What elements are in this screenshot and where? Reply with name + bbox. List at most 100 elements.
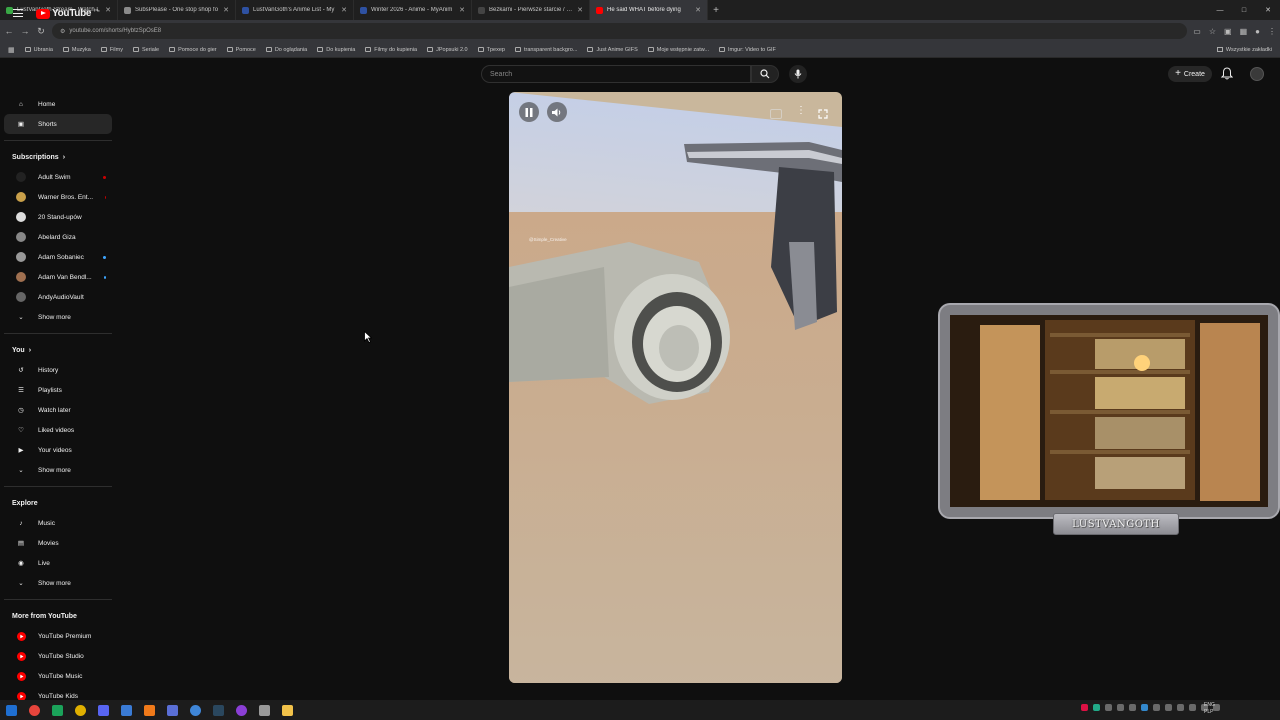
tray-icon[interactable] (1117, 704, 1124, 711)
explore-show-more[interactable]: ⌄ Show more (4, 573, 112, 593)
browser-tab[interactable]: LustVanGoth's Anime List - My ✕ (236, 0, 354, 20)
tray-icon[interactable] (1105, 704, 1112, 711)
steam-icon[interactable] (213, 704, 224, 716)
shorts-player[interactable]: @Simple_Creative ⋮ (509, 92, 842, 683)
sidebar-item-youtube-premium[interactable]: YouTube Premium (4, 626, 112, 646)
tab-close-icon[interactable]: ✕ (459, 6, 465, 14)
browser-menu-icon[interactable]: ⋮ (1268, 27, 1276, 36)
bookmark-item[interactable]: Tpexep (477, 47, 505, 53)
app-blue-icon[interactable] (121, 704, 132, 716)
subscription-item[interactable]: Adam Van Bendl... (4, 267, 112, 287)
notifications-button[interactable] (1220, 67, 1234, 85)
chrome-icon[interactable] (29, 704, 40, 716)
more-options-icon[interactable]: ⋮ (796, 106, 806, 116)
tray-icon[interactable] (1177, 704, 1184, 711)
account-avatar[interactable] (1250, 67, 1264, 81)
subscription-item[interactable]: Adam Sobaniec (4, 247, 112, 267)
bookmark-item[interactable]: Seriale (132, 47, 159, 53)
sidebar-item-playlists[interactable]: ☰ Playlists (4, 380, 112, 400)
subscription-item[interactable]: AndyAudioVault (4, 287, 112, 307)
sidebar-item-movies[interactable]: ▤ Movies (4, 533, 112, 553)
subscription-item[interactable]: Warner Bros. Ent... (4, 187, 112, 207)
fullscreen-icon[interactable] (818, 106, 828, 119)
subscription-item[interactable]: Adult Swim (4, 167, 112, 187)
tab-close-icon[interactable]: ✕ (341, 6, 347, 14)
guide-menu-icon[interactable] (13, 9, 23, 20)
bookmark-item[interactable]: Ubrania (24, 47, 53, 53)
profile-icon[interactable]: ● (1255, 27, 1260, 36)
subscription-item[interactable]: 20 Stand-upów (4, 207, 112, 227)
search-button[interactable] (751, 65, 779, 83)
you-heading[interactable]: You › (0, 340, 116, 360)
subscription-item[interactable]: Abelard Giza (4, 227, 112, 247)
captions-icon[interactable] (770, 106, 782, 119)
new-tab-button[interactable]: + (708, 5, 724, 16)
tray-icon[interactable] (1153, 704, 1160, 711)
bookmark-item[interactable]: Just Anime GIFS (587, 47, 638, 53)
browser-tab[interactable]: SubsPlease - One stop shop fo ✕ (118, 0, 236, 20)
bookmark-item[interactable]: Filmy (100, 47, 123, 53)
tab-close-icon[interactable]: ✕ (105, 6, 111, 14)
file-explorer-icon[interactable] (282, 704, 293, 716)
browser-tab[interactable]: Winter 2026 - Anime - MyAnim ✕ (354, 0, 472, 20)
bookmark-item[interactable]: JPopsuki 2.0 (427, 47, 468, 53)
browser-tab[interactable]: Bezkarni - Pierwsze starcie / Th ✕ (472, 0, 590, 20)
app-yellow-icon[interactable] (75, 704, 86, 716)
tab-close-icon[interactable]: ✕ (577, 6, 583, 14)
all-bookmarks-folder[interactable]: Wszystkie zakładki (1216, 47, 1272, 53)
bookmark-item[interactable]: transparent backgro... (514, 47, 577, 53)
sidebar-item-liked-videos[interactable]: ♡ Liked videos (4, 420, 112, 440)
app-gray-icon[interactable] (259, 704, 270, 716)
input-language[interactable]: ENG PLP (1204, 702, 1215, 716)
sidebar-item-live[interactable]: ◉ Live (4, 553, 112, 573)
bookmark-item[interactable]: Pomoce (226, 47, 256, 53)
sidebar-item-home[interactable]: ⌂ Home (4, 94, 112, 114)
tray-icon[interactable] (1093, 704, 1100, 711)
app-purple-icon[interactable] (236, 704, 247, 716)
sidebar-item-youtube-studio[interactable]: YouTube Studio (4, 646, 112, 666)
bookmark-item[interactable]: Pomoce do gier (169, 47, 217, 53)
bookmark-item[interactable]: Moje wstępnie zatw... (647, 47, 709, 53)
site-info-icon[interactable]: ⚙ (60, 28, 65, 35)
discord-icon[interactable] (98, 704, 109, 716)
youtube-logo[interactable]: YouTube PL (36, 8, 100, 19)
extensions-puzzle-icon[interactable]: ▦ (1240, 27, 1248, 36)
bookmark-item[interactable]: Imgur: Video to GIF (719, 47, 776, 53)
pause-button[interactable] (519, 102, 539, 122)
extension-icon[interactable]: ▣ (1224, 27, 1232, 36)
sidebar-item-music[interactable]: ♪ Music (4, 513, 112, 533)
browser-tab[interactable]: He said WHAT before dying ✕ (590, 0, 708, 20)
install-icon[interactable]: ▭ (1193, 27, 1201, 36)
minimize-button[interactable]: — (1208, 0, 1232, 20)
back-button[interactable]: ← (4, 26, 14, 36)
bookmark-item[interactable]: Filmy do kupienia (365, 47, 417, 53)
tray-icon[interactable] (1081, 704, 1088, 711)
sidebar-item-youtube-music[interactable]: YouTube Music (4, 666, 112, 686)
apps-grid-icon[interactable]: ▦ (8, 46, 15, 54)
sidebar-item-history[interactable]: ↺ History (4, 360, 112, 380)
app-indigo-icon[interactable] (167, 704, 178, 716)
address-bar[interactable]: ⚙ youtube.com/shorts/HybtzSpOsE8 (52, 23, 1188, 39)
globe-icon[interactable] (190, 704, 201, 716)
reload-button[interactable]: ↻ (36, 26, 46, 37)
bookmark-star-icon[interactable]: ☆ (1209, 27, 1216, 36)
sidebar-item-shorts[interactable]: ▣ Shorts (4, 114, 112, 134)
bookmark-item[interactable]: Muzyka (62, 47, 91, 53)
bookmark-item[interactable]: Do oglądania (265, 47, 307, 53)
bookmark-item[interactable]: Do kupienia (317, 47, 355, 53)
tab-close-icon[interactable]: ✕ (695, 6, 701, 14)
maximize-button[interactable]: □ (1232, 0, 1256, 20)
tray-icon[interactable] (1189, 704, 1196, 711)
tab-close-icon[interactable]: ✕ (223, 6, 229, 14)
volume-button[interactable] (547, 102, 567, 122)
subscriptions-heading[interactable]: Subscriptions › (0, 147, 116, 167)
sidebar-item-your-videos[interactable]: ▶ Your videos (4, 440, 112, 460)
search-input[interactable]: Search (481, 65, 751, 83)
app-orange-icon[interactable] (144, 704, 155, 716)
voice-search-button[interactable] (789, 65, 807, 83)
close-window-button[interactable]: ✕ (1256, 0, 1280, 20)
sidebar-item-watch-later[interactable]: ◷ Watch later (4, 400, 112, 420)
subscriptions-show-more[interactable]: ⌄ Show more (4, 307, 112, 327)
you-show-more[interactable]: ⌄ Show more (4, 460, 112, 480)
forward-button[interactable]: → (20, 26, 30, 36)
